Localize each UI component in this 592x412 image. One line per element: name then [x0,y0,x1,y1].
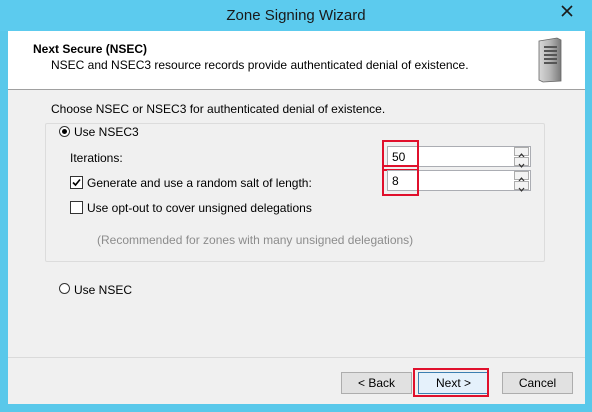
salt-up-button[interactable] [514,171,529,182]
iterations-down-button[interactable] [514,157,529,168]
salt-highlight [382,165,419,196]
title-bar: Zone Signing Wizard [0,0,592,31]
salt-spin-buttons [514,171,529,192]
page-description: NSEC and NSEC3 resource records provide … [51,58,469,72]
chevron-down-icon [518,163,525,168]
close-icon [561,4,573,17]
close-button[interactable] [548,0,586,21]
iterations-spin-buttons [514,147,529,168]
nsec3-label[interactable]: Use NSEC3 [74,125,139,139]
nsec-label[interactable]: Use NSEC [74,283,132,297]
salt-down-button[interactable] [514,181,529,192]
button-bar-divider [8,357,585,358]
salt-checkbox[interactable] [70,176,83,189]
iterations-label: Iterations: [70,151,123,165]
nsec-radio[interactable] [59,283,70,294]
salt-label[interactable]: Generate and use a random salt of length… [87,176,312,190]
checkmark-icon [72,178,81,187]
nsec3-radio[interactable] [59,126,70,137]
iterations-up-button[interactable] [514,147,529,158]
back-button[interactable]: < Back [341,372,412,394]
next-highlight [413,368,489,397]
page-title: Next Secure (NSEC) [33,42,148,56]
choose-label: Choose NSEC or NSEC3 for authenticated d… [51,102,386,116]
server-icon [538,37,562,83]
wizard-header: Next Secure (NSEC) NSEC and NSEC3 resour… [8,31,585,90]
optout-checkbox[interactable] [70,201,83,214]
chevron-down-icon [518,187,525,192]
optout-label[interactable]: Use opt-out to cover unsigned delegation… [87,201,312,215]
cancel-button[interactable]: Cancel [502,372,573,394]
optout-hint: (Recommended for zones with many unsigne… [97,233,414,247]
wizard-page: Next Secure (NSEC) NSEC and NSEC3 resour… [8,31,585,404]
window-title: Zone Signing Wizard [226,7,366,24]
